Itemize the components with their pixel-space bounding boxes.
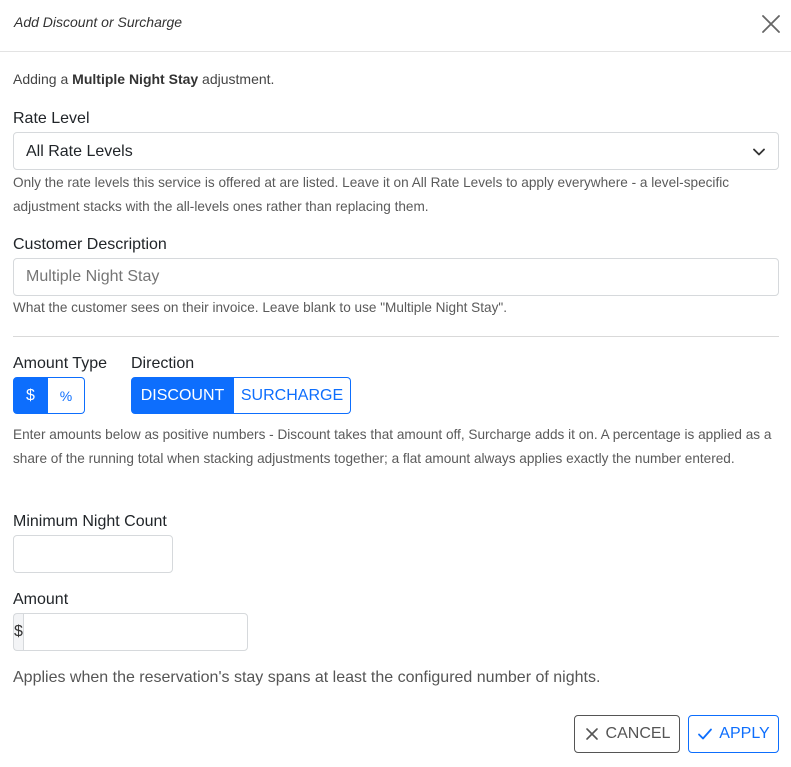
- amount-help: Enter amounts below as positive numbers …: [13, 427, 772, 466]
- chevron-down-icon: [753, 148, 765, 156]
- customer-description-help: What the customer sees on their invoice.…: [13, 300, 507, 315]
- intro-suffix: adjustment.: [198, 71, 275, 87]
- amount-input[interactable]: [22, 613, 248, 651]
- apply-label: APPLY: [719, 725, 770, 742]
- close-icon: [762, 15, 780, 33]
- direction-discount[interactable]: DISCOUNT: [131, 377, 234, 414]
- amount-type-label: Amount Type: [13, 355, 107, 372]
- adjustment-name: Multiple Night Stay: [72, 71, 199, 87]
- intro-text: Adding a Multiple Night Stay adjustment.: [13, 71, 274, 87]
- direction-surcharge[interactable]: SURCHARGE: [234, 377, 351, 414]
- amount-input-group: $: [13, 613, 248, 651]
- rate-level-selected: All Rate Levels: [26, 143, 133, 160]
- rate-level-help: Only the rate levels this service is off…: [13, 175, 730, 214]
- customer-description-label: Customer Description: [13, 236, 167, 253]
- rate-level-label: Rate Level: [13, 110, 90, 127]
- intro-prefix: Adding a: [13, 71, 73, 87]
- customer-description-input[interactable]: [13, 258, 779, 296]
- amount-currency-prefix: $: [13, 613, 23, 651]
- amount-type-percent[interactable]: %: [48, 377, 85, 414]
- cancel-button[interactable]: CANCEL: [574, 715, 680, 753]
- modal-title: Add Discount or Surcharge: [14, 14, 183, 30]
- direction-toggle: DISCOUNT SURCHARGE: [131, 377, 351, 414]
- direction-label: Direction: [131, 355, 195, 372]
- minimum-night-count-input[interactable]: [13, 535, 173, 573]
- modal-header: Add Discount or Surcharge: [0, 0, 791, 52]
- close-button[interactable]: [759, 12, 783, 36]
- rate-level-select[interactable]: All Rate Levels: [13, 132, 779, 170]
- minimum-night-count-label: Minimum Night Count: [13, 513, 167, 530]
- cancel-label: CANCEL: [605, 725, 671, 742]
- x-icon: [585, 728, 598, 740]
- amount-label: Amount: [13, 591, 69, 608]
- amount-type-dollar[interactable]: $: [13, 377, 48, 414]
- divider: [13, 336, 779, 337]
- check-icon: [698, 728, 713, 740]
- apply-button[interactable]: APPLY: [688, 715, 779, 753]
- footer-note: Applies when the reservation's stay span…: [13, 669, 601, 686]
- amount-type-toggle: $ %: [13, 377, 85, 414]
